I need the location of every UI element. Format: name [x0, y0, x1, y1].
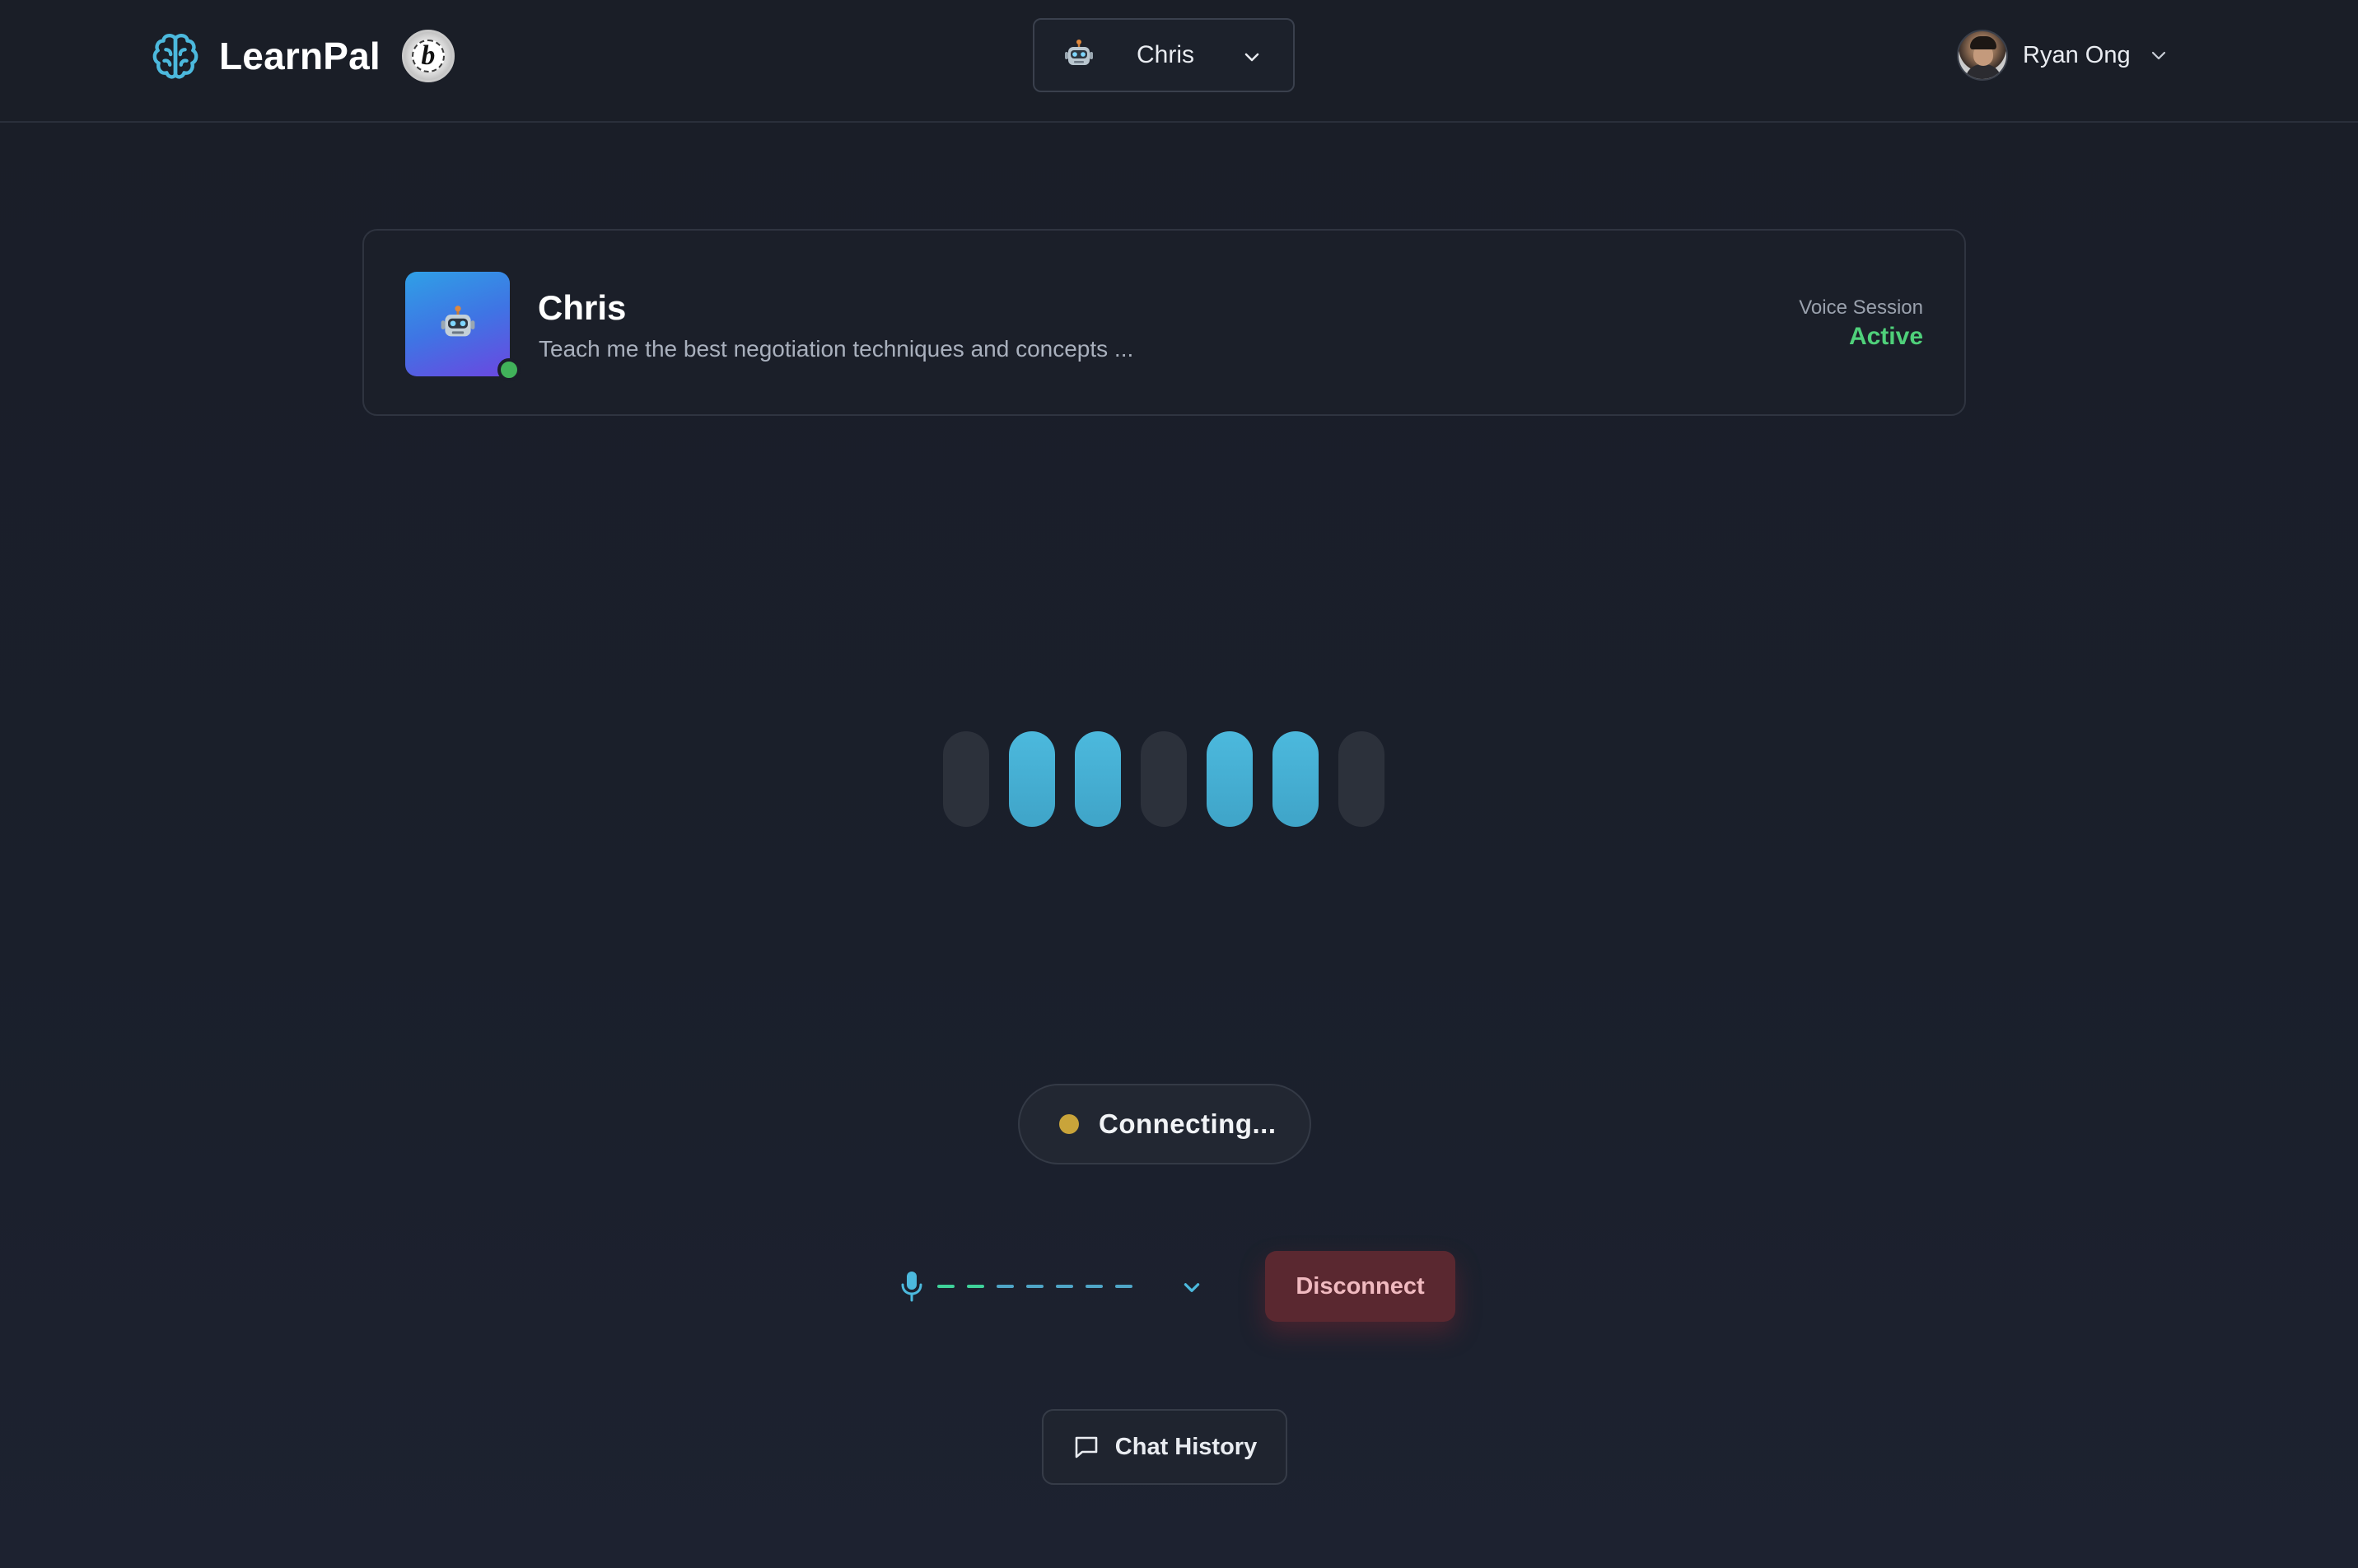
mic-device-chevron-icon[interactable]	[1181, 1276, 1202, 1298]
agent-info-card: Chris Teach me the best negotiation tech…	[362, 229, 1966, 416]
mic-level-segment	[1115, 1285, 1132, 1288]
visualizer-bar	[1207, 731, 1253, 827]
chevron-down-icon	[2151, 51, 2165, 60]
brain-logo-icon	[152, 34, 198, 79]
chevron-down-icon	[1244, 53, 1259, 62]
microphone-control[interactable]	[898, 1262, 1227, 1311]
mic-level-segment	[937, 1285, 955, 1288]
partner-badge-logo: b	[401, 30, 455, 82]
agent-description: Teach me the best negotiation techniques…	[539, 336, 1134, 362]
user-name: Ryan Ong	[2023, 41, 2131, 68]
mic-level-segment	[1056, 1285, 1073, 1288]
connection-status-pill: Connecting...	[1018, 1084, 1311, 1164]
online-status-dot	[497, 358, 521, 381]
visualizer-bar	[1272, 731, 1319, 827]
chat-history-button[interactable]: Chat History	[1042, 1409, 1287, 1485]
mic-level-segment	[997, 1285, 1014, 1288]
top-navbar: LearnPal b Chris Ryan Ong	[0, 0, 2358, 123]
mic-level-segment	[967, 1285, 984, 1288]
mic-level-segment	[1086, 1285, 1103, 1288]
user-menu[interactable]: Ryan Ong	[1957, 28, 2169, 82]
visualizer-bar	[1338, 731, 1384, 827]
robot-icon	[1065, 40, 1093, 65]
selected-agent-label: Chris	[1137, 41, 1195, 68]
mic-level-segment	[1026, 1285, 1044, 1288]
status-indicator-dot	[1059, 1114, 1079, 1134]
session-label: Voice Session	[1799, 296, 1923, 319]
disconnect-button[interactable]: Disconnect	[1265, 1251, 1455, 1322]
partner-badge-letter: b	[411, 40, 445, 72]
agent-name: Chris	[538, 288, 627, 327]
mic-level-meter	[937, 1285, 1145, 1288]
visualizer-bar	[943, 731, 989, 827]
visualizer-bar	[1009, 731, 1055, 827]
visualizer-bar	[1075, 731, 1121, 827]
robot-icon	[441, 305, 474, 336]
session-status: Active	[1848, 323, 1923, 350]
agent-selector-dropdown[interactable]: Chris	[1033, 18, 1295, 92]
visualizer-bar	[1141, 731, 1187, 827]
audio-visualizer	[943, 731, 1388, 827]
chat-bubble-icon	[1075, 1436, 1098, 1458]
brand-name: LearnPal	[219, 35, 381, 77]
connection-status-text: Connecting...	[1099, 1108, 1277, 1139]
chat-history-label: Chat History	[1114, 1433, 1258, 1460]
agent-avatar	[405, 272, 510, 376]
brand[interactable]: LearnPal b	[150, 28, 455, 84]
user-avatar	[1957, 30, 2008, 81]
microphone-icon[interactable]	[898, 1270, 926, 1303]
